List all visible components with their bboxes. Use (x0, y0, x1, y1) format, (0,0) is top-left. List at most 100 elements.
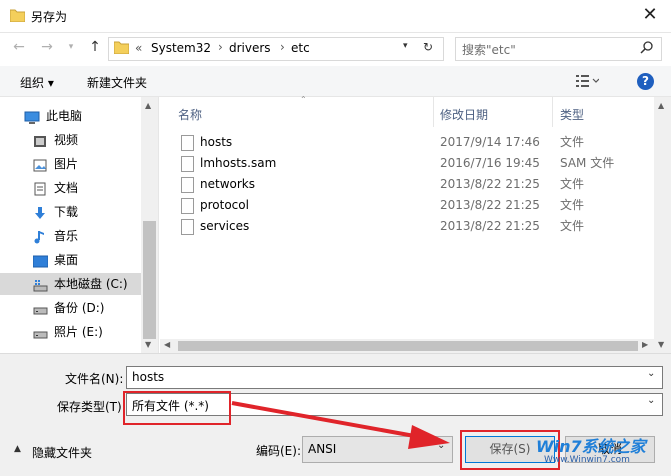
scrollbar-thumb[interactable] (178, 341, 638, 351)
music-icon (33, 229, 47, 244)
document-icon (33, 181, 47, 196)
file-type: SAM 文件 (560, 156, 615, 170)
file-list-header (160, 97, 671, 127)
recent-locations-chevron-icon[interactable]: ▾ (62, 38, 80, 56)
breadcrumb-system32[interactable]: System32 (151, 41, 211, 55)
file-name: lmhosts.sam (200, 156, 277, 170)
highlight-box (123, 391, 231, 425)
search-input[interactable]: 搜索"etc" (462, 41, 516, 58)
file-name: services (200, 219, 250, 233)
back-arrow-icon[interactable]: ← (10, 38, 28, 56)
chevron-right-icon[interactable]: › (218, 40, 223, 54)
scrollbar-thumb[interactable] (143, 221, 156, 339)
download-icon (33, 205, 47, 219)
sidebar-item-label: 本地磁盘 (C:) (54, 277, 128, 291)
file-icon (181, 198, 194, 214)
file-icon (181, 156, 194, 172)
view-options-icon[interactable] (575, 73, 600, 92)
sidebar-scrollbar[interactable]: ▲ ▼ (141, 97, 158, 353)
drive-icon (33, 277, 48, 292)
new-folder-button[interactable]: 新建文件夹 (87, 74, 147, 91)
folder-icon (113, 41, 130, 57)
scroll-up-icon[interactable]: ▲ (658, 101, 664, 110)
sidebar-item-label: 下载 (54, 205, 79, 219)
table-row[interactable]: services 2013/8/22 21:25 文件 (160, 216, 640, 237)
filename-value: hosts (132, 370, 165, 384)
file-name: protocol (200, 198, 249, 212)
chevron-down-icon[interactable]: ⌄ (647, 395, 655, 406)
scroll-down-icon[interactable]: ▼ (658, 340, 664, 349)
picture-icon (33, 157, 47, 172)
title-bar (0, 0, 671, 33)
search-box[interactable]: 搜索"etc" (455, 37, 662, 61)
sidebar-item-label: 桌面 (54, 253, 79, 267)
sidebar-item-label: 音乐 (54, 229, 79, 243)
file-icon (181, 135, 194, 151)
horizontal-scrollbar[interactable]: ◀ ▶ (160, 339, 654, 353)
column-divider[interactable] (433, 97, 434, 127)
watermark-logo: Win7系统之家 Www.Winwin7.com (536, 431, 668, 471)
sidebar-item-label: 文档 (54, 181, 79, 195)
column-header-date[interactable]: 修改日期 (440, 106, 488, 123)
close-icon[interactable]: ✕ (638, 4, 662, 26)
computer-icon (24, 109, 40, 124)
breadcrumb-etc[interactable]: etc (291, 41, 310, 55)
table-row[interactable]: hosts 2017/9/14 17:46 文件 (160, 132, 640, 153)
file-date: 2013/8/22 21:25 (440, 219, 540, 233)
navigation-pane: 此电脑 视频 图片 文档 下载 音乐 桌面 本地磁盘 (C:) 备份 (D:) … (0, 97, 159, 353)
column-header-name[interactable]: 名称 (178, 106, 202, 123)
file-list-scrollbar[interactable]: ▲ ▼ (654, 97, 671, 353)
scroll-right-icon[interactable]: ▶ (642, 340, 648, 349)
filename-label: 文件名(N): (65, 372, 124, 386)
file-type: 文件 (560, 135, 585, 149)
file-date: 2013/8/22 21:25 (440, 198, 540, 212)
chevron-down-icon[interactable]: ▾ (403, 41, 408, 51)
hide-folders-toggle[interactable]: 隐藏文件夹 (32, 444, 92, 461)
refresh-icon[interactable]: ↻ (423, 40, 433, 54)
chevron-down-icon[interactable]: ⌄ (647, 368, 655, 379)
file-type: 文件 (560, 219, 585, 233)
sidebar-item-local-disk-c[interactable]: 本地磁盘 (C:) (0, 273, 141, 295)
path-overflow[interactable]: « (135, 41, 142, 55)
window-title: 另存为 (31, 10, 68, 24)
sidebar-item-label: 照片 (E:) (54, 325, 103, 339)
column-header-type[interactable]: 类型 (560, 106, 584, 123)
forward-arrow-icon[interactable]: → (38, 38, 56, 56)
watermark-site: Win7系统之家 (536, 437, 646, 456)
folder-icon (9, 9, 26, 23)
sort-indicator-icon: ⌃ (300, 95, 307, 104)
file-type: 文件 (560, 177, 585, 191)
file-icon (181, 177, 194, 193)
table-row[interactable]: networks 2013/8/22 21:25 文件 (160, 174, 640, 195)
sidebar-item-label: 此电脑 (46, 109, 83, 123)
scroll-down-icon[interactable]: ▼ (145, 340, 151, 349)
file-date: 2016/7/16 19:45 (440, 156, 540, 170)
help-icon[interactable]: ? (637, 73, 654, 90)
scroll-up-icon[interactable]: ▲ (145, 101, 151, 110)
drive-icon (33, 325, 48, 339)
organize-button[interactable]: 组织 ▾ (20, 74, 54, 91)
address-bar[interactable]: « System32 › drivers › etc ▾ ↻ (108, 37, 444, 61)
search-icon[interactable] (640, 40, 654, 57)
file-name: networks (200, 177, 255, 191)
file-icon (181, 219, 194, 235)
watermark-url: Www.Winwin7.com (544, 455, 630, 465)
chevron-up-icon[interactable]: ▲ (14, 444, 21, 454)
file-date: 2017/9/14 17:46 (440, 135, 540, 149)
scroll-left-icon[interactable]: ◀ (164, 340, 170, 349)
sidebar-item-label: 视频 (54, 133, 79, 147)
file-name: hosts (200, 135, 233, 149)
savetype-label: 保存类型(T): (57, 400, 126, 414)
annotation-arrow (231, 401, 450, 449)
file-date: 2013/8/22 21:25 (440, 177, 540, 191)
table-row[interactable]: protocol 2013/8/22 21:25 文件 (160, 195, 640, 216)
video-icon (33, 133, 47, 147)
breadcrumb-drivers[interactable]: drivers (229, 41, 271, 55)
column-divider[interactable] (552, 97, 553, 127)
up-arrow-icon[interactable]: ↑ (86, 38, 104, 56)
drive-icon (33, 301, 48, 315)
file-type: 文件 (560, 198, 585, 212)
table-row[interactable]: lmhosts.sam 2016/7/16 19:45 SAM 文件 (160, 153, 640, 174)
chevron-right-icon[interactable]: › (280, 40, 285, 54)
desktop-icon (32, 253, 49, 268)
